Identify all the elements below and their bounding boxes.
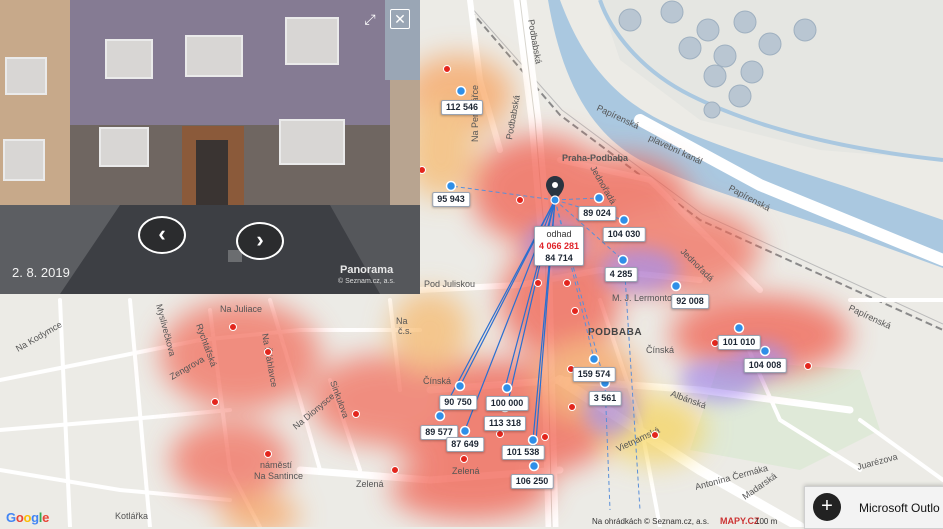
panorama-image <box>0 0 420 294</box>
svg-text:Na Juliace: Na Juliace <box>220 304 262 314</box>
price-tag[interactable]: 106 250 <box>510 474 554 489</box>
panorama-viewer[interactable]: ⤢ ✕ ‹ › 2. 8. 2019 Panorama © Seznam.cz,… <box>0 0 420 294</box>
price-tag[interactable]: 101 538 <box>501 445 545 460</box>
svg-text:Čínská: Čínská <box>423 376 451 386</box>
svg-text:Zelená: Zelená <box>452 466 480 476</box>
svg-text:Na: Na <box>396 316 408 326</box>
price-tag[interactable]: 104 008 <box>743 358 787 373</box>
chevron-left-icon: ‹ <box>158 221 166 246</box>
estimate-value: 4 066 281 <box>538 241 580 251</box>
notification-title: Microsoft Outlo <box>859 501 940 515</box>
estimate-popup[interactable]: odhad 4 066 281 84 714 <box>534 226 584 266</box>
price-tag[interactable]: 4 285 <box>604 267 638 282</box>
map-scale: 100 m <box>755 517 778 526</box>
mapy-logo: MAPY.CZ <box>720 516 760 526</box>
pano-copyright: © Seznam.cz, a.s. <box>338 278 395 285</box>
price-tag[interactable]: 100 000 <box>485 396 529 411</box>
pano-brand: Panorama <box>340 264 394 276</box>
svg-text:č.s.: č.s. <box>398 326 412 336</box>
fullscreen-icon[interactable]: ⤢ <box>360 9 380 29</box>
svg-text:Praha-Podbaba: Praha-Podbaba <box>562 153 629 163</box>
price-tag[interactable]: 95 943 <box>432 192 470 207</box>
svg-text:Pod Juliskou: Pod Juliskou <box>424 279 475 289</box>
price-tag[interactable]: 159 574 <box>572 367 616 382</box>
price-tag[interactable]: 113 318 <box>483 416 527 431</box>
price-tag[interactable]: 89 024 <box>578 206 616 221</box>
area-label-podbaba: PODBABA <box>588 327 642 338</box>
area-label-santinka: náměstí <box>260 460 293 470</box>
svg-text:Čínská: Čínská <box>646 345 674 355</box>
outlook-notification[interactable]: + Microsoft Outlo <box>804 486 943 529</box>
plus-icon[interactable]: + <box>813 493 841 521</box>
map-copyright: Na ohrádkách © Seznam.cz, a.s. <box>592 517 710 526</box>
pano-next-button[interactable]: › <box>236 222 284 260</box>
pano-prev-button[interactable]: ‹ <box>138 216 186 254</box>
price-tag[interactable]: 87 649 <box>446 437 484 452</box>
price-tag[interactable]: 112 546 <box>440 100 484 115</box>
price-tag[interactable]: 92 008 <box>671 294 709 309</box>
close-icon[interactable]: ✕ <box>390 9 410 29</box>
svg-text:Na Santince: Na Santince <box>254 471 303 481</box>
svg-text:Kotlářka: Kotlářka <box>115 511 148 521</box>
chevron-right-icon: › <box>256 227 264 252</box>
price-tag[interactable]: 3 561 <box>588 391 622 406</box>
google-logo: Google <box>6 510 50 525</box>
price-tag[interactable]: 101 010 <box>717 335 761 350</box>
price-tag[interactable]: 90 750 <box>439 395 477 410</box>
svg-text:Zelená: Zelená <box>356 479 384 489</box>
price-tag[interactable]: 104 030 <box>602 227 646 242</box>
pano-date: 2. 8. 2019 <box>12 265 70 280</box>
estimate-count: 84 714 <box>545 253 573 263</box>
estimate-label: odhad <box>546 229 572 239</box>
